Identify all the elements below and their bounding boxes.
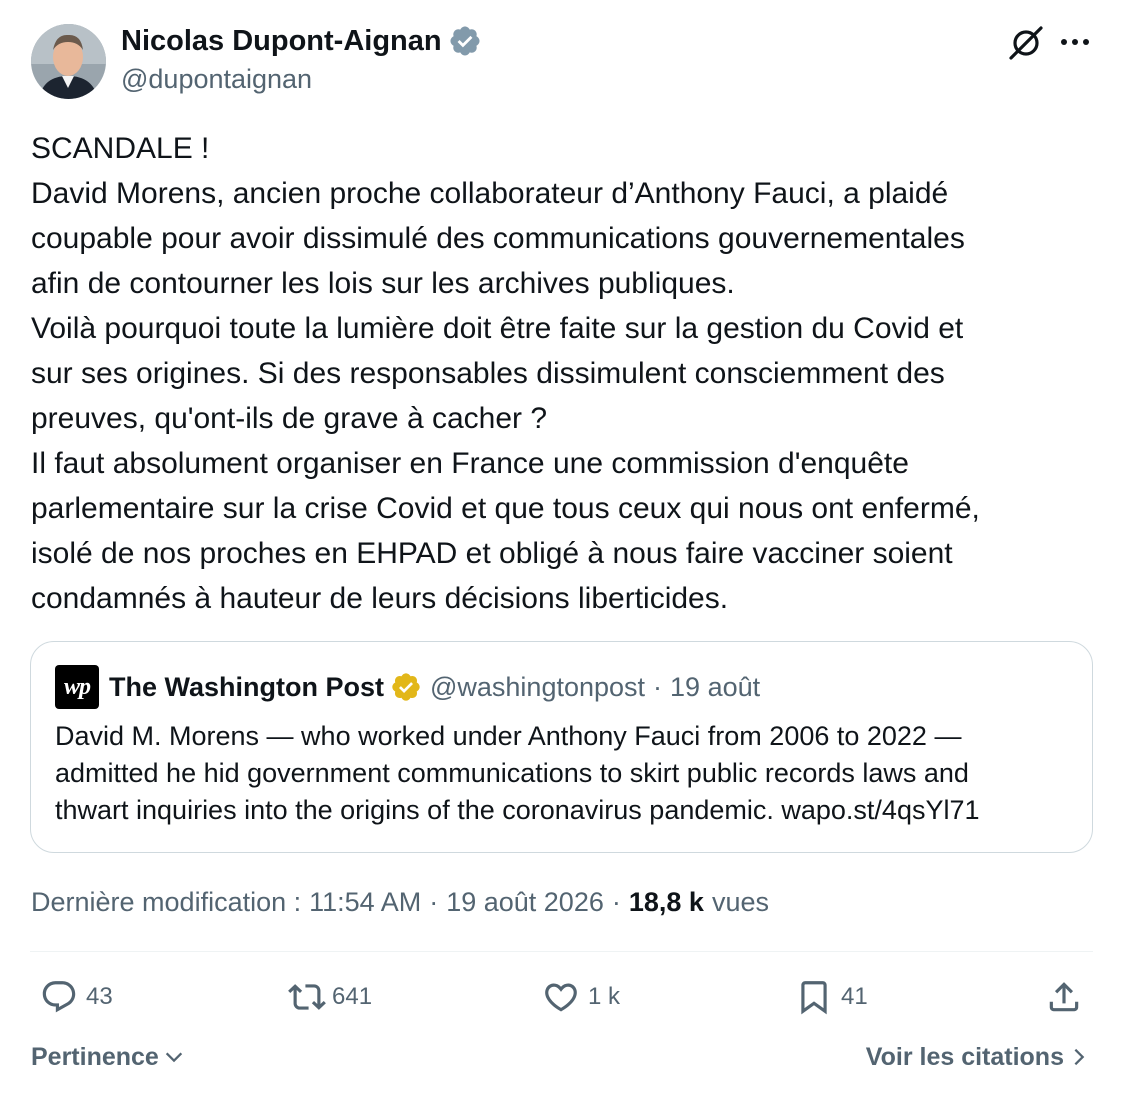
divider: [30, 951, 1093, 952]
tweet-meta: Dernière modification : 11:54 AM · 19 ao…: [31, 882, 769, 922]
dot-separator: ·: [611, 886, 621, 917]
edited-label[interactable]: Dernière modification :: [31, 887, 301, 918]
reply-count: 43: [86, 983, 113, 1010]
repost-count: 641: [332, 983, 373, 1010]
verified-gold-badge-icon: [392, 673, 420, 701]
quoted-tweet-card[interactable]: wp The Washington Post @washingtonpost ·…: [30, 641, 1093, 853]
quoted-author-handle: @washingtonpost: [429, 671, 646, 702]
grok-icon[interactable]: [1007, 24, 1045, 62]
tweet-line: coupable pour avoir dissimulé des commun…: [31, 222, 965, 255]
reply-icon: [42, 981, 76, 1013]
views-count: 18,8 k: [628, 886, 704, 917]
dot-separator: ·: [653, 671, 663, 702]
washington-post-logo: wp: [55, 665, 99, 709]
tweet-time[interactable]: 11:54 AM: [309, 887, 421, 918]
tweet-line: parlementaire sur la crise Covid et que …: [31, 492, 980, 525]
bookmark-icon: [801, 981, 827, 1015]
avatar[interactable]: [31, 24, 106, 99]
author-name[interactable]: Nicolas Dupont-Aignan: [121, 25, 442, 58]
tweet-date[interactable]: 19 août 2026: [446, 887, 604, 918]
quoted-author-name: The Washington Post: [109, 671, 384, 702]
view-quotes-label: Voir les citations: [865, 1042, 1064, 1071]
tweet-line: afin de contourner les lois sur les arch…: [31, 267, 735, 300]
bookmark-count: 41: [841, 983, 868, 1010]
quoted-tweet-line: David M. Morens — who worked under Antho…: [55, 721, 962, 751]
reply-button[interactable]: 43: [40, 977, 113, 1017]
repost-button[interactable]: 641: [288, 977, 372, 1017]
tweet-detail: Nicolas Dupont-Aignan @dupontaignan SCAN…: [0, 0, 1123, 1095]
quoted-tweet-text: David M. Morens — who worked under Antho…: [55, 718, 1075, 829]
tweet-line: condamnés à hauteur de leurs décisions l…: [31, 582, 729, 615]
heart-icon: [545, 983, 577, 1012]
dot-separator: ·: [429, 886, 439, 917]
tweet-text: SCANDALE ! David Morens, ancien proche c…: [31, 126, 1106, 621]
share-icon: [1049, 982, 1079, 1012]
verified-badge-icon: [450, 26, 480, 56]
quoted-tweet-header: wp The Washington Post @washingtonpost ·…: [55, 664, 760, 710]
tweet-line: David Morens, ancien proche collaborateu…: [31, 177, 949, 210]
sort-dropdown[interactable]: Pertinence: [31, 1038, 185, 1076]
bookmark-button[interactable]: 41: [795, 977, 868, 1017]
tweet-line: SCANDALE !: [31, 132, 210, 165]
tweet-line: Il faut absolument organiser en France u…: [31, 447, 909, 480]
views-label: vues: [711, 886, 769, 917]
tweet-line: preuves, qu'ont-ils de grave à cacher ?: [31, 402, 548, 435]
sort-label: Pertinence: [31, 1042, 159, 1071]
like-count: 1 k: [588, 983, 621, 1010]
repost-icon: [288, 984, 326, 1010]
view-quotes-link[interactable]: Voir les citations: [866, 1038, 1090, 1076]
quoted-tweet-line: admitted he hid government communication…: [55, 758, 969, 788]
quoted-tweet-date: 19 août: [670, 671, 761, 702]
tweet-line: isolé de nos proches en EHPAD et obligé …: [31, 537, 953, 570]
tweet-line: sur ses origines. Si des responsables di…: [31, 357, 945, 390]
tweet-line: Voilà pourquoi toute la lumière doit êtr…: [31, 312, 964, 345]
chevron-right-icon: [1074, 1048, 1085, 1066]
chevron-down-icon: [165, 1052, 182, 1063]
share-button[interactable]: [1045, 977, 1083, 1017]
author-name-row[interactable]: Nicolas Dupont-Aignan: [121, 24, 482, 58]
like-button[interactable]: 1 k: [542, 977, 620, 1017]
more-icon[interactable]: [1058, 29, 1092, 55]
quoted-tweet-line: thwart inquiries into the origins of the…: [55, 795, 980, 825]
author-handle[interactable]: @dupontaignan: [121, 64, 312, 95]
